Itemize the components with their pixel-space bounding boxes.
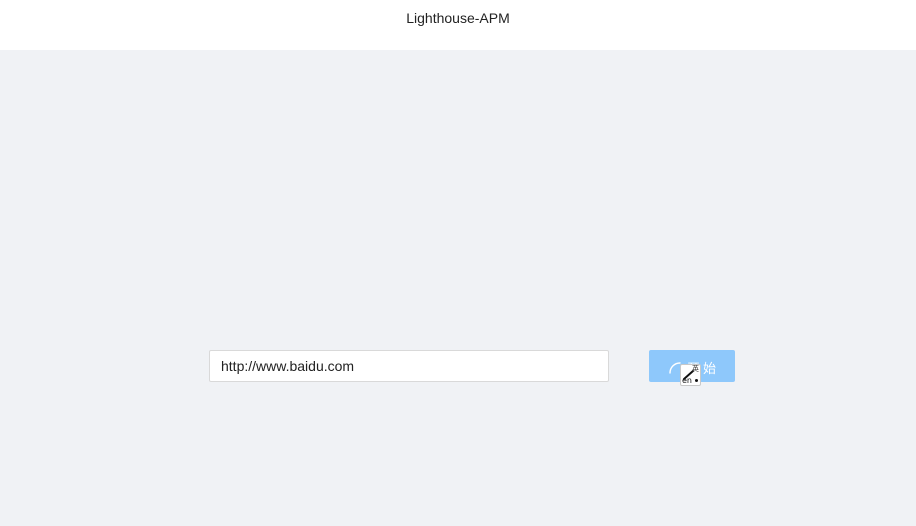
top-header: Lighthouse-APM xyxy=(0,0,916,50)
ime-status-dot xyxy=(695,379,698,382)
ime-cn-label: 英 xyxy=(692,365,699,373)
ime-en-label: en xyxy=(682,376,692,385)
url-input[interactable] xyxy=(209,350,609,382)
ime-indicator: 英 en xyxy=(680,364,701,386)
app-title: Lighthouse-APM xyxy=(406,10,510,26)
